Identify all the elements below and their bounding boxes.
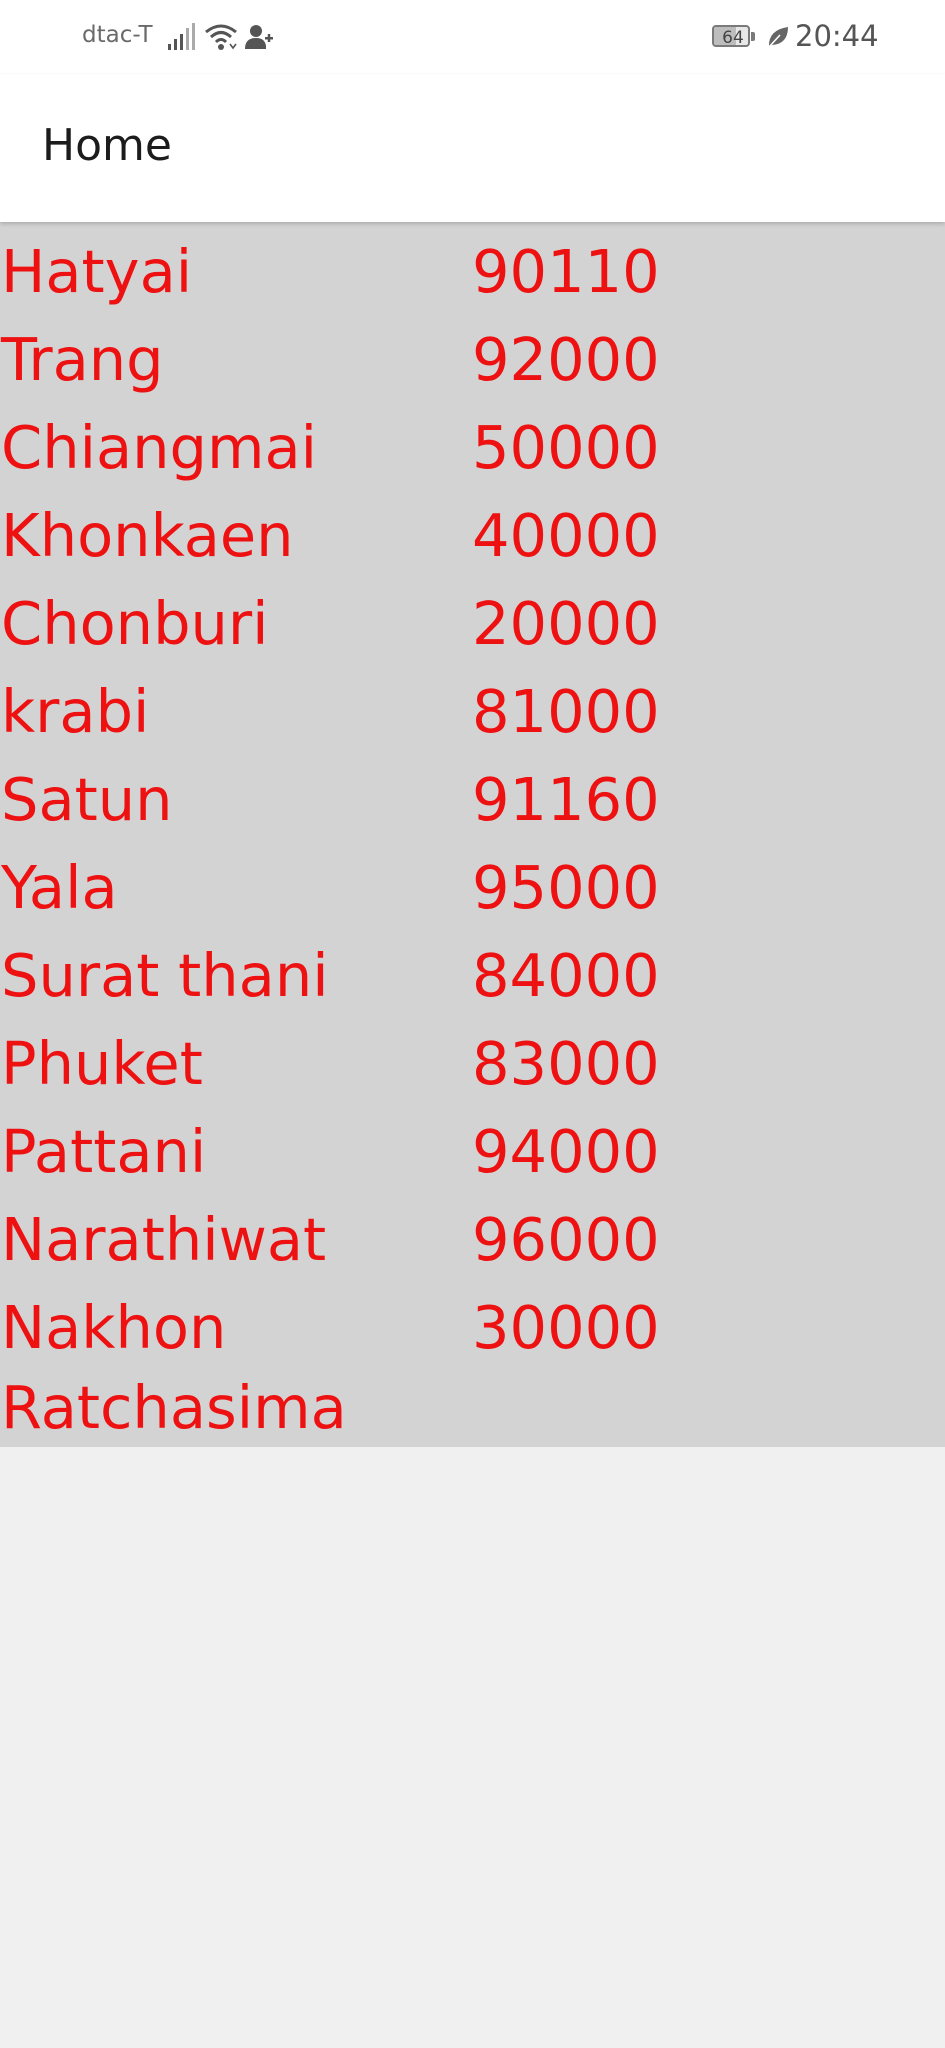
user-add-icon <box>245 25 273 49</box>
wifi-icon <box>205 24 237 50</box>
battery-icon: 64 <box>712 25 756 49</box>
city-name: Satun <box>1 765 173 834</box>
page-title: Home <box>42 120 172 171</box>
city-list: Hatyai 90110 Trang 92000 Chiangmai 50000… <box>0 222 945 1447</box>
battery-body: 64 <box>712 25 750 47</box>
postal-code: 50000 <box>472 413 660 482</box>
city-name: Pattani <box>1 1117 207 1186</box>
postal-code: 81000 <box>472 677 660 746</box>
postal-code: 20000 <box>472 589 660 658</box>
battery-tip <box>751 32 755 41</box>
postal-code: 84000 <box>472 941 660 1010</box>
city-name: Surat thani <box>1 941 329 1010</box>
city-name: Chonburi <box>1 589 269 658</box>
postal-code: 92000 <box>472 325 660 394</box>
status-bar: dtac-T 64 20:44 <box>0 0 945 74</box>
city-name: Narathiwat <box>1 1205 327 1274</box>
city-name: Trang <box>1 325 164 394</box>
carrier-label: dtac-T <box>82 22 153 48</box>
postal-code: 95000 <box>472 853 660 922</box>
city-name: Hatyai <box>1 237 193 306</box>
signal-icon <box>168 23 195 50</box>
battery-level: 64 <box>722 28 744 47</box>
postal-code: 91160 <box>472 765 660 834</box>
city-name: krabi <box>1 677 150 746</box>
city-name: Khonkaen <box>1 501 294 570</box>
city-name: Nakhon Ratchasima <box>1 1293 347 1442</box>
postal-code: 90110 <box>472 237 660 306</box>
postal-code: 30000 <box>472 1293 660 1362</box>
city-name: Phuket <box>1 1029 203 1098</box>
leaf-icon <box>768 27 788 48</box>
postal-code: 40000 <box>472 501 660 570</box>
postal-code: 96000 <box>472 1205 660 1274</box>
postal-code: 83000 <box>472 1029 660 1098</box>
city-name: Yala <box>1 853 118 922</box>
city-name: Chiangmai <box>1 413 318 482</box>
clock: 20:44 <box>795 19 879 53</box>
app-bar: Home <box>0 74 945 222</box>
postal-code: 94000 <box>472 1117 660 1186</box>
